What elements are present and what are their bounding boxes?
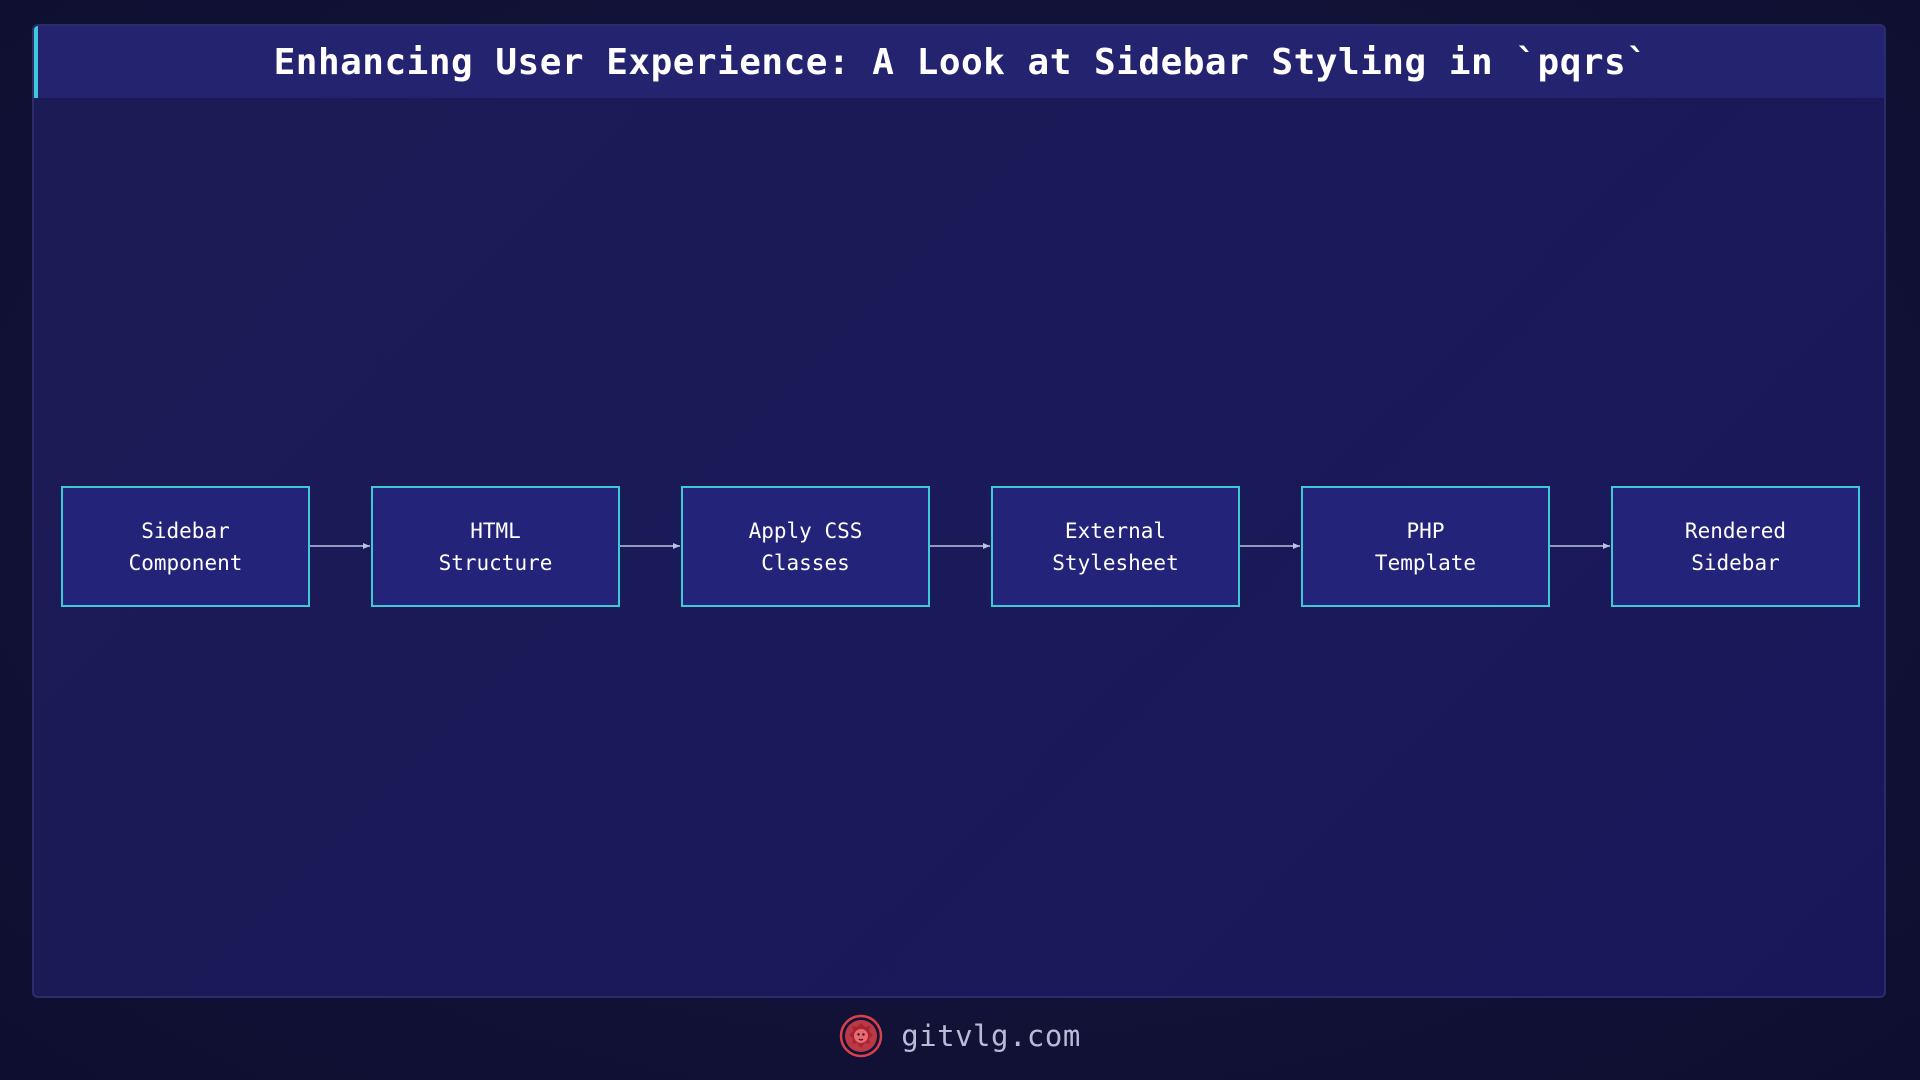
node-label: Rendered Sidebar — [1684, 518, 1787, 575]
footer: gitvlg.com — [0, 1010, 1920, 1062]
node-html-structure: HTML Structure — [371, 486, 620, 607]
node-php-template: PHP Template — [1301, 486, 1550, 607]
node-rendered-sidebar: Rendered Sidebar — [1611, 486, 1860, 607]
node-label: Apply CSS Classes — [748, 518, 863, 575]
node-external-stylesheet: External Stylesheet — [991, 486, 1240, 607]
node-apply-css-classes: Apply CSS Classes — [681, 486, 930, 607]
node-label: Sidebar Component — [128, 518, 243, 575]
footer-site-link[interactable]: gitvlg.com — [901, 1019, 1081, 1053]
diagram-card: Enhancing User Experience: A Look at Sid… — [32, 24, 1886, 998]
node-label: HTML Structure — [438, 518, 553, 575]
node-label: PHP Template — [1374, 518, 1477, 575]
flow-connectors — [310, 543, 1610, 549]
flow-diagram: Sidebar Component HTML Structure Apply C… — [34, 26, 1884, 996]
lion-head-icon — [839, 1014, 883, 1058]
node-sidebar-component: Sidebar Component — [61, 486, 310, 607]
node-label: External Stylesheet — [1052, 518, 1179, 575]
